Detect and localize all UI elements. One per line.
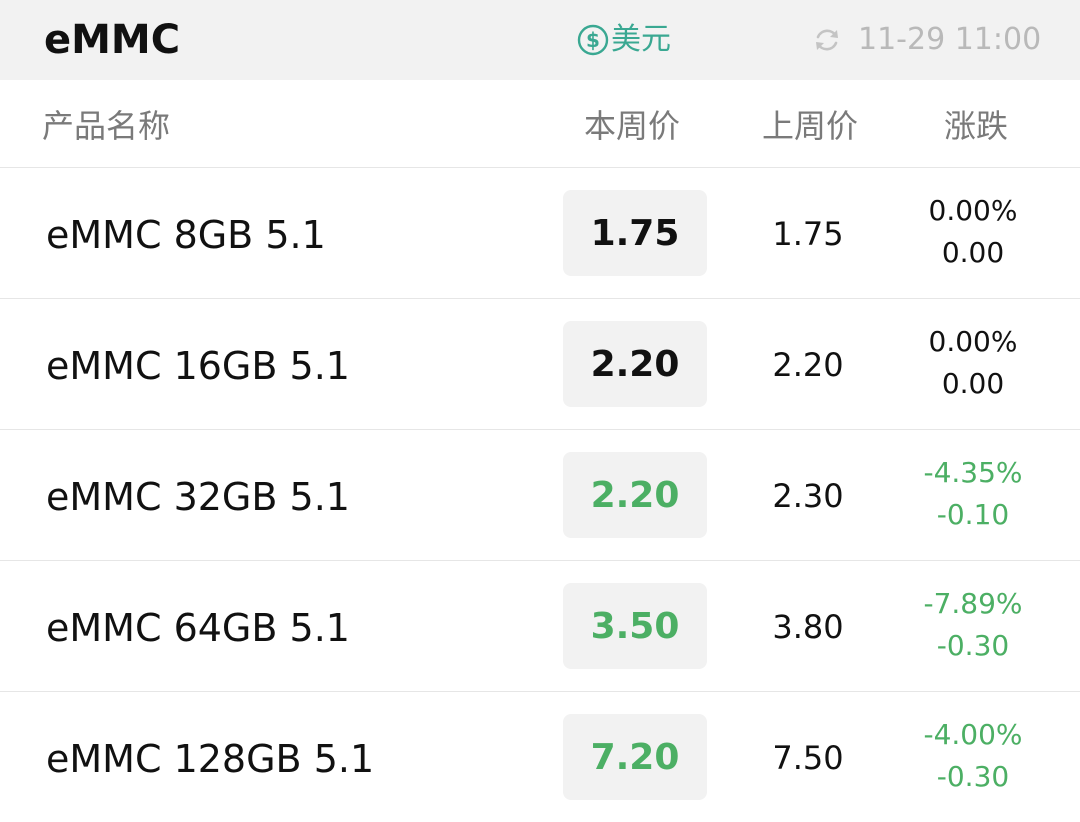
last-week-price: 2.30 [772,477,844,515]
change-amount: 0.00 [941,236,1005,269]
change-amount: -0.30 [936,760,1010,793]
table-header: 产品名称 本周价 上周价 涨跌 [0,80,1080,168]
price-change: -4.35% -0.10 [900,452,1046,536]
change-amount: -0.30 [936,629,1010,662]
refresh-icon [812,25,842,55]
price-change: -4.00% -0.30 [900,714,1046,798]
updated-time: 11-29 11:00 [858,22,1042,57]
change-percent: 0.00% [928,194,1018,227]
page-title: eMMC [44,17,181,63]
last-week-price: 3.80 [772,608,844,646]
last-week-price: 7.50 [772,739,844,777]
column-header-last-week[interactable]: 上周价 [762,104,858,148]
column-header-this-week[interactable]: 本周价 [584,104,680,148]
this-week-price: 7.20 [563,714,707,800]
this-week-price: 2.20 [563,452,707,538]
price-change: 0.00% 0.00 [900,321,1046,405]
change-percent: -7.89% [923,587,1023,620]
table-row[interactable]: eMMC 64GB 5.1 3.50 3.80 -7.89% -0.30 [0,561,1080,692]
price-change: -7.89% -0.30 [900,583,1046,667]
price-change: 0.00% 0.00 [900,190,1046,274]
svg-text:$: $ [586,28,600,52]
table-row[interactable]: eMMC 16GB 5.1 2.20 2.20 0.00% 0.00 [0,299,1080,430]
change-percent: -4.00% [923,718,1023,751]
this-week-price: 2.20 [563,321,707,407]
this-week-price: 1.75 [563,190,707,276]
column-header-name[interactable]: 产品名称 [42,104,170,148]
top-bar: eMMC $ 美元 11-29 11:00 [0,0,1080,80]
last-week-price: 2.20 [772,346,844,384]
currency-label: 美元 [611,22,671,57]
table-row[interactable]: eMMC 8GB 5.1 1.75 1.75 0.00% 0.00 [0,168,1080,299]
product-name: eMMC 32GB 5.1 [46,475,350,519]
price-table: eMMC 8GB 5.1 1.75 1.75 0.00% 0.00 eMMC 1… [0,168,1080,822]
product-name: eMMC 16GB 5.1 [46,344,350,388]
currency-toggle[interactable]: $ 美元 [577,18,671,62]
table-row[interactable]: eMMC 32GB 5.1 2.20 2.30 -4.35% -0.10 [0,430,1080,561]
dollar-circle-icon: $ [577,24,609,56]
change-percent: -4.35% [923,456,1023,489]
change-amount: -0.10 [936,498,1010,531]
product-name: eMMC 128GB 5.1 [46,737,375,781]
refresh-button[interactable]: 11-29 11:00 [812,18,1041,62]
product-name: eMMC 64GB 5.1 [46,606,350,650]
table-row[interactable]: eMMC 128GB 5.1 7.20 7.50 -4.00% -0.30 [0,692,1080,822]
column-header-change[interactable]: 涨跌 [944,104,1008,148]
this-week-price: 3.50 [563,583,707,669]
change-percent: 0.00% [928,325,1018,358]
last-week-price: 1.75 [772,215,844,253]
change-amount: 0.00 [941,367,1005,400]
product-name: eMMC 8GB 5.1 [46,213,326,257]
